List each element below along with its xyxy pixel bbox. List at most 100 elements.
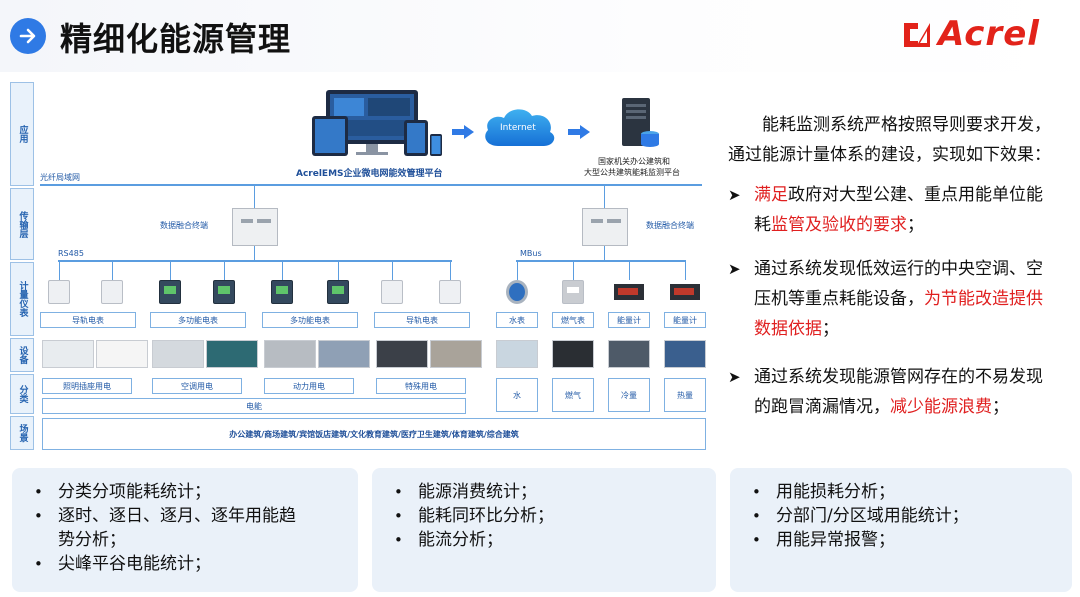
mbus-line	[516, 260, 686, 262]
connector-line	[59, 260, 60, 280]
tier-label: 场景	[10, 416, 34, 450]
gas-meter-icon	[562, 280, 584, 304]
server-icon	[616, 96, 660, 154]
feature-item: 用能损耗分析；	[750, 480, 1052, 504]
category-label: 燃气	[552, 378, 594, 412]
highlight-text: 监管及验收的要求	[771, 215, 907, 235]
multifunction-meter-icon	[271, 280, 293, 304]
highlight-text: 为节能改造提供	[924, 289, 1043, 309]
scene-label: 办公建筑/商场建筑/宾馆饭店建筑/文化教育建筑/医疗卫生建筑/体育建筑/综合建筑	[42, 418, 706, 450]
meter-label: 多功能电表	[150, 312, 246, 328]
multifunction-meter-icon	[213, 280, 235, 304]
bullet-text: ；	[822, 319, 839, 339]
network-line	[40, 184, 702, 186]
bullet-text: 通过系统发现能源管网存在的不易发现	[754, 367, 1043, 387]
tier-label: 分类	[10, 374, 34, 414]
category-label: 热量	[664, 378, 706, 412]
feature-item-continuation: 势分析；	[32, 528, 338, 552]
intro-line: 通过能源计量体系的建设，实现如下效果：	[728, 145, 1051, 165]
bullet-text: 的跑冒滴漏情况，	[754, 397, 890, 417]
bus-label: RS485	[58, 249, 84, 258]
rail-meter-icon	[48, 280, 70, 304]
terminal-device-icon	[232, 208, 278, 246]
category-label: 特殊用电	[376, 378, 466, 394]
terminal-label: 数据融合终端	[160, 221, 208, 230]
feature-item: 分类分项能耗统计；	[32, 480, 338, 504]
energy-meter-icon	[670, 284, 700, 300]
page-title: 精细化能源管理	[60, 20, 292, 58]
highlight-text: 减少能源浪费	[890, 397, 992, 417]
bus-label: MBus	[520, 249, 542, 258]
water-pipe-image	[496, 340, 538, 368]
pump-image	[206, 340, 258, 368]
tier-label: 计量仪表	[10, 262, 34, 336]
gov-platform-label-2: 大型公共建筑能耗监测平台	[584, 168, 680, 177]
meter-label: 能量计	[664, 312, 706, 328]
tier-label-text: 设备	[17, 346, 28, 364]
feature-item: 尖峰平谷电能统计；	[32, 552, 338, 576]
multifunction-meter-icon	[327, 280, 349, 304]
meter-label: 燃气表	[552, 312, 594, 328]
chevron-right-icon: ➤	[728, 186, 741, 204]
water-meter-icon	[506, 280, 528, 304]
tier-label-text: 传输层	[17, 210, 28, 238]
socket-device-image	[96, 340, 148, 368]
tier-label: 应用	[10, 82, 34, 186]
feature-item: 能耗同环比分析；	[392, 504, 696, 528]
acrel-logo-icon	[904, 23, 930, 47]
highlight-text: 数据依据	[754, 319, 822, 339]
motor-image	[318, 340, 370, 368]
tier-label-text: 场景	[17, 424, 28, 442]
connector-line	[450, 260, 451, 280]
terminal-device-icon	[582, 208, 628, 246]
tier-label: 传输层	[10, 188, 34, 260]
rail-meter-icon	[381, 280, 403, 304]
category-label: 动力用电	[264, 378, 354, 394]
platform-label: AcrelEMS企业微电网能效管理平台	[296, 169, 443, 179]
highlight-text: 满足	[754, 185, 788, 205]
kitchen-image	[430, 340, 482, 368]
platform-screens-image	[312, 86, 442, 164]
feature-item: 能流分析；	[392, 528, 696, 552]
connector-line	[338, 260, 339, 280]
connector-line	[517, 260, 518, 280]
feature-item-text: 势分析；	[58, 530, 126, 550]
arrow-right-icon	[568, 124, 590, 143]
connector-line	[392, 260, 393, 280]
intro-text: 通过能源计量体系的建设，实现如下效果：	[728, 140, 1072, 170]
server-rack-image	[376, 340, 428, 368]
intro-line: 能耗监测系统严格按照导则要求开发，	[762, 115, 1051, 135]
multifunction-meter-icon	[159, 280, 181, 304]
bullet-text: ；	[907, 215, 924, 235]
feature-item: 逐时、逐日、逐月、逐年用能趋	[32, 504, 338, 528]
chevron-right-icon: ➤	[728, 368, 741, 386]
category-label: 照明插座用电	[42, 378, 132, 394]
connector-line	[604, 184, 605, 208]
bullet-text: 耗	[754, 215, 771, 235]
connector-line	[685, 260, 686, 280]
acrel-logo: Acrel	[902, 14, 1062, 54]
terminal-label: 数据融合终端	[646, 221, 694, 230]
arrow-right-icon	[10, 18, 46, 54]
bullet-text: 通过系统发现低效运行的中央空调、空	[754, 259, 1043, 279]
connector-line	[170, 260, 171, 280]
feature-item: 分部门/分区域用能统计；	[750, 504, 1052, 528]
bullet-item: ➤ 满足政府对大型公建、重点用能单位能 耗监管及验收的要求；	[728, 180, 1072, 240]
electricity-label: 电能	[42, 398, 466, 414]
category-label: 空调用电	[152, 378, 242, 394]
tier-label-text: 分类	[17, 385, 28, 403]
connector-line	[573, 260, 574, 280]
logo-text: Acrel	[938, 14, 1040, 54]
bullet-text: 压机等重点耗能设备，	[754, 289, 924, 309]
bullet-text: 政府对大型公建、重点用能单位能	[788, 185, 1043, 205]
bullet-text: ；	[992, 397, 1009, 417]
connector-line	[254, 184, 255, 208]
architecture-diagram: 应用 传输层 计量仪表 设备 分类 场景 AcrelEMS企业微电网能效管理平台…	[0, 78, 715, 453]
meter-label: 能量计	[608, 312, 650, 328]
tier-label-text: 计量仪表	[17, 281, 28, 317]
feature-panel: 用能损耗分析； 分部门/分区域用能统计； 用能异常报警；	[730, 468, 1072, 592]
intro-text: 能耗监测系统严格按照导则要求开发，	[728, 110, 1072, 140]
gas-stove-image	[552, 340, 594, 368]
meter-label: 水表	[496, 312, 538, 328]
connector-line	[604, 246, 605, 260]
